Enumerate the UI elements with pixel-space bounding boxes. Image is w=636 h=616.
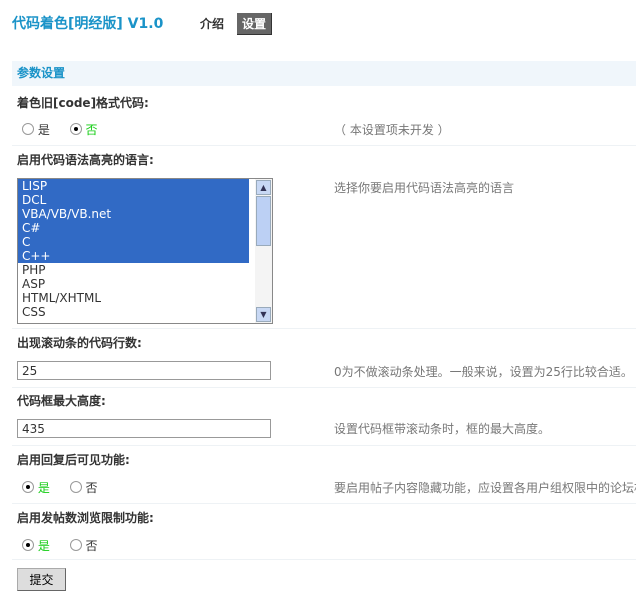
radio-icon[interactable] <box>69 481 82 493</box>
scroll-lines-note: 0为不做滚动条处理。一般来说，设置为25行比较合适。 <box>334 365 633 379</box>
max-height-label: 代码框最大高度: <box>17 394 106 408</box>
post-limit-no[interactable]: 否 <box>69 539 98 553</box>
language-option[interactable]: C++ <box>18 249 249 263</box>
max-height-note: 设置代码框带滚动条时，框的最大高度。 <box>334 422 551 436</box>
tab-intro[interactable]: 介绍 <box>195 13 229 34</box>
language-option[interactable]: HTML/XHTML <box>18 291 249 305</box>
old-code-no[interactable]: 否 <box>69 123 98 137</box>
scroll-thumb[interactable] <box>256 196 271 246</box>
scroll-down-icon[interactable]: ▼ <box>256 307 271 322</box>
post-limit-label: 启用发帖数浏览限制功能: <box>17 511 154 525</box>
languages-label: 启用代码语法高亮的语言: <box>17 153 154 167</box>
scroll-lines-label: 出现滚动条的代码行数: <box>17 336 142 350</box>
divider <box>12 328 636 329</box>
old-code-label: 着色旧[code]格式代码: <box>17 96 149 110</box>
languages-listbox[interactable]: ▲ ▼ LISP DCL VBA/VB/VB.net C# C C++ PHP ASP HTML… <box>17 178 273 324</box>
old-code-radio-group: 是 否 <box>22 121 114 138</box>
language-option[interactable]: CSS <box>18 305 249 319</box>
scroll-up-icon[interactable]: ▲ <box>256 180 271 195</box>
submit-button[interactable]: 提交 <box>17 568 66 591</box>
language-option[interactable]: ASP <box>18 277 249 291</box>
language-option[interactable]: LISP <box>18 179 249 193</box>
reply-visible-label: 启用回复后可见功能: <box>17 453 130 467</box>
language-option[interactable]: VBA/VB/VB.net <box>18 207 249 221</box>
old-code-note: （ 本设置项未开发 ） <box>334 123 450 137</box>
language-option[interactable]: DCL <box>18 193 249 207</box>
old-code-yes[interactable]: 是 <box>22 123 50 137</box>
max-height-input[interactable] <box>17 419 271 438</box>
scroll-lines-input[interactable] <box>17 361 271 380</box>
divider <box>12 145 636 146</box>
divider <box>12 503 636 504</box>
radio-icon[interactable] <box>22 123 34 135</box>
divider <box>12 445 636 446</box>
language-option[interactable]: C <box>18 235 249 249</box>
page-title: 代码着色[明经版] V1.0 <box>12 16 164 32</box>
radio-icon[interactable] <box>69 539 82 551</box>
tab-settings[interactable]: 设置 <box>237 13 273 35</box>
post-limit-radio-group: 是 否 <box>22 537 114 554</box>
reply-visible-yes[interactable]: 是 <box>22 481 50 495</box>
radio-checked-icon[interactable] <box>69 123 82 135</box>
reply-visible-radio-group: 是 否 <box>22 479 114 496</box>
language-option[interactable]: C# <box>18 221 249 235</box>
languages-note: 选择你要启用代码语法高亮的语言 <box>334 181 515 195</box>
reply-visible-note: 要启用帖子内容隐藏功能，应设置各用户组权限中的论坛相 <box>334 481 636 495</box>
language-option[interactable]: PHP <box>18 263 249 277</box>
divider <box>12 387 636 388</box>
divider <box>12 559 636 560</box>
section-header: 参数设置 <box>12 61 636 86</box>
radio-checked-icon[interactable] <box>22 481 34 493</box>
radio-checked-icon[interactable] <box>22 539 34 551</box>
listbox-scrollbar[interactable]: ▲ ▼ <box>255 179 272 323</box>
post-limit-yes[interactable]: 是 <box>22 539 50 553</box>
reply-visible-no[interactable]: 否 <box>69 481 98 495</box>
